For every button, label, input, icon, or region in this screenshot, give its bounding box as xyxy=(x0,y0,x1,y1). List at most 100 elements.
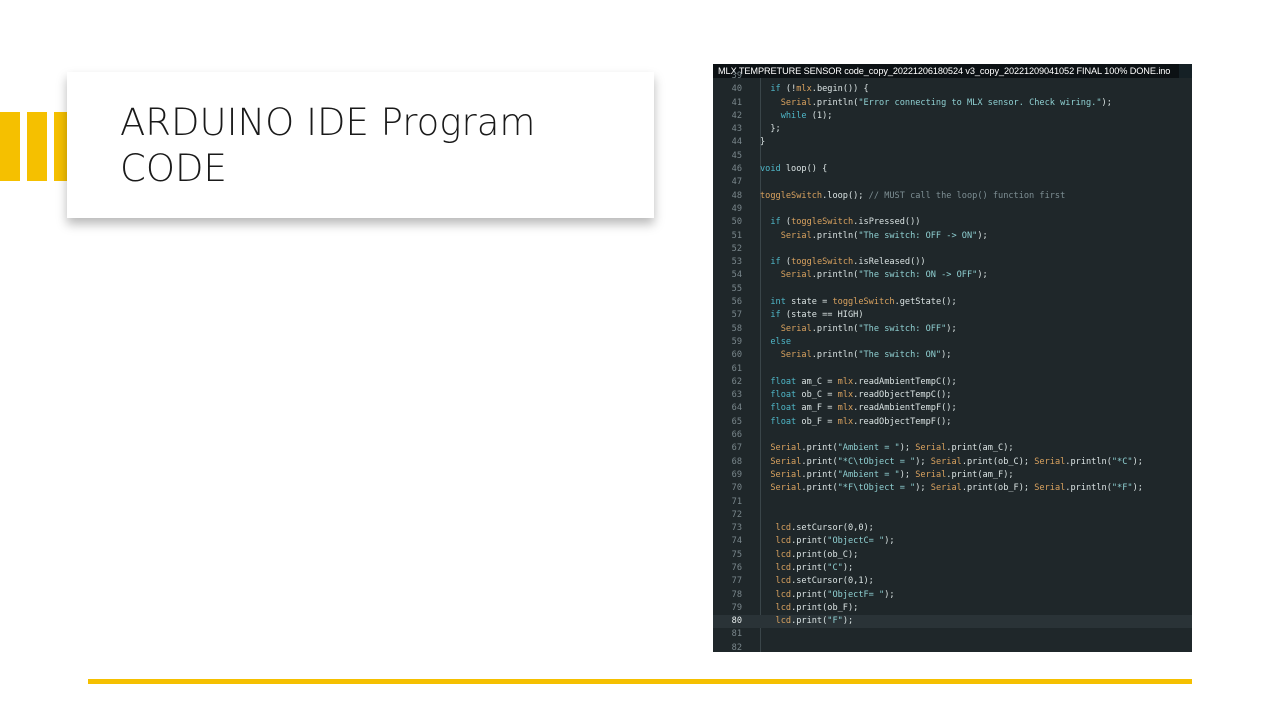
code-text: Serial.print("*F\tObject = "); Serial.pr… xyxy=(770,483,1143,494)
line-number: 40 xyxy=(731,84,742,95)
code-text: float am_C = mlx.readAmbientTempC(); xyxy=(770,376,957,387)
code-text: float ob_C = mlx.readObjectTempC(); xyxy=(770,390,952,401)
code-line[interactable]: 63 float ob_C = mlx.readObjectTempC(); xyxy=(713,389,1192,402)
code-text: lcd.print(ob_C); xyxy=(775,549,859,560)
code-line[interactable]: 55 xyxy=(713,283,1192,296)
line-number: 58 xyxy=(731,323,742,334)
code-line[interactable]: 59 else xyxy=(713,336,1192,349)
line-number: 60 xyxy=(731,350,742,361)
code-line[interactable]: 42 while (1); xyxy=(713,110,1192,123)
code-line[interactable]: 81 xyxy=(713,628,1192,641)
slide-title: ARDUINO IDE Program CODE xyxy=(120,101,536,190)
code-line[interactable]: 61 xyxy=(713,363,1192,376)
code-text: Serial.print("*C\tObject = "); Serial.pr… xyxy=(770,456,1143,467)
footer-accent-line xyxy=(88,679,1192,684)
code-line[interactable]: 80 lcd.print("F"); xyxy=(713,615,1192,629)
line-number: 69 xyxy=(731,469,742,480)
line-number: 44 xyxy=(731,137,742,148)
code-line[interactable]: 71 xyxy=(713,496,1192,509)
code-text: lcd.setCursor(0,0); xyxy=(775,523,874,534)
accent-bar-left xyxy=(0,112,20,181)
code-line[interactable]: 68 Serial.print("*C\tObject = "); Serial… xyxy=(713,456,1192,469)
code-line[interactable]: 54 Serial.println("The switch: ON -> OFF… xyxy=(713,269,1192,282)
code-text: float am_F = mlx.readAmbientTempF(); xyxy=(770,403,957,414)
code-line[interactable]: 51 Serial.println("The switch: OFF -> ON… xyxy=(713,230,1192,243)
line-number: 63 xyxy=(731,390,742,401)
code-line[interactable]: 65 float ob_F = mlx.readObjectTempF(); xyxy=(713,416,1192,429)
code-line[interactable]: 75 lcd.print(ob_C); xyxy=(713,549,1192,562)
accent-bar-middle xyxy=(27,112,47,181)
code-text: if (toggleSwitch.isReleased()) xyxy=(770,257,926,268)
code-text: Serial.println("The switch: ON -> OFF"); xyxy=(780,270,988,281)
code-line[interactable]: 48 toggleSwitch.loop(); // MUST call the … xyxy=(713,190,1192,203)
code-text: void loop() { xyxy=(760,164,828,175)
code-line[interactable]: 69 Serial.print("Ambient = "); Serial.pr… xyxy=(713,469,1192,482)
line-number: 67 xyxy=(731,443,742,454)
line-number: 81 xyxy=(731,629,742,640)
code-line[interactable]: 77 lcd.setCursor(0,1); xyxy=(713,575,1192,588)
code-text: lcd.print("F"); xyxy=(775,616,854,627)
code-line[interactable]: 57 if (state == HIGH) xyxy=(713,309,1192,322)
code-line[interactable]: 45 xyxy=(713,150,1192,163)
code-line[interactable]: 39 xyxy=(713,70,1192,83)
code-line[interactable]: 52 xyxy=(713,243,1192,256)
code-text: } xyxy=(760,137,766,148)
line-number: 43 xyxy=(731,124,742,135)
code-line[interactable]: 64 float am_F = mlx.readAmbientTempF(); xyxy=(713,402,1192,415)
code-line[interactable]: 56 int state = toggleSwitch.getState(); xyxy=(713,296,1192,309)
title-card: ARDUINO IDE Program CODE xyxy=(67,72,654,218)
code-text: if (toggleSwitch.isPressed()) xyxy=(770,217,921,228)
line-number: 71 xyxy=(731,496,742,507)
line-number: 65 xyxy=(731,416,742,427)
line-number: 52 xyxy=(731,243,742,254)
line-number: 68 xyxy=(731,456,742,467)
code-line[interactable]: 62 float am_C = mlx.readAmbientTempC(); xyxy=(713,376,1192,389)
code-line[interactable]: 43 }; xyxy=(713,123,1192,136)
code-line[interactable]: 50 if (toggleSwitch.isPressed()) xyxy=(713,216,1192,229)
code-line[interactable]: 70 Serial.print("*F\tObject = "); Serial… xyxy=(713,482,1192,495)
code-line[interactable]: 74 lcd.print("ObjectC= "); xyxy=(713,535,1192,548)
code-line[interactable]: 76 lcd.print("C"); xyxy=(713,562,1192,575)
code-line[interactable]: 66 xyxy=(713,429,1192,442)
line-number: 41 xyxy=(731,97,742,108)
code-text: lcd.print("ObjectF= "); xyxy=(775,589,895,600)
line-number: 50 xyxy=(731,217,742,228)
line-number: 59 xyxy=(731,336,742,347)
code-line[interactable]: 40 if (!mlx.begin()) { xyxy=(713,83,1192,96)
line-number: 73 xyxy=(731,523,742,534)
line-number: 80 xyxy=(731,616,742,627)
code-text: int state = toggleSwitch.getState(); xyxy=(770,297,957,308)
line-number: 76 xyxy=(731,562,742,573)
code-line[interactable]: 82 xyxy=(713,642,1192,652)
code-line[interactable]: 46 void loop() { xyxy=(713,163,1192,176)
code-line[interactable]: 53 if (toggleSwitch.isReleased()) xyxy=(713,256,1192,269)
line-number: 61 xyxy=(731,363,742,374)
code-text: Serial.print("Ambient = "); Serial.print… xyxy=(770,469,1014,480)
code-text: if (state == HIGH) xyxy=(770,310,864,321)
line-number: 51 xyxy=(731,230,742,241)
code-text: Serial.println("Error connecting to MLX … xyxy=(780,97,1112,108)
line-number: 78 xyxy=(731,589,742,600)
code-line[interactable]: 67 Serial.print("Ambient = "); Serial.pr… xyxy=(713,442,1192,455)
code-line[interactable]: 73 lcd.setCursor(0,0); xyxy=(713,522,1192,535)
code-area[interactable]: 39 40 if (!mlx.begin()) {41 Serial.printl… xyxy=(713,70,1192,652)
code-line[interactable]: 72 xyxy=(713,509,1192,522)
code-line[interactable]: 78 lcd.print("ObjectF= "); xyxy=(713,589,1192,602)
code-text: lcd.setCursor(0,1); xyxy=(775,576,874,587)
code-line[interactable]: 44} xyxy=(713,136,1192,149)
line-number: 56 xyxy=(731,297,742,308)
code-line[interactable]: 79 lcd.print(ob_F); xyxy=(713,602,1192,615)
line-number: 53 xyxy=(731,257,742,268)
code-text: float ob_F = mlx.readObjectTempF(); xyxy=(770,416,952,427)
line-number: 74 xyxy=(731,536,742,547)
code-line[interactable]: 41 Serial.println("Error connecting to M… xyxy=(713,97,1192,110)
code-line[interactable]: 49 xyxy=(713,203,1192,216)
line-number: 66 xyxy=(731,430,742,441)
code-text: lcd.print("C"); xyxy=(775,562,854,573)
code-text: lcd.print(ob_F); xyxy=(775,602,859,613)
code-line[interactable]: 60 Serial.println("The switch: ON"); xyxy=(713,349,1192,362)
line-number: 48 xyxy=(731,190,742,201)
line-number: 45 xyxy=(731,150,742,161)
code-line[interactable]: 47 xyxy=(713,176,1192,189)
code-line[interactable]: 58 Serial.println("The switch: OFF"); xyxy=(713,323,1192,336)
